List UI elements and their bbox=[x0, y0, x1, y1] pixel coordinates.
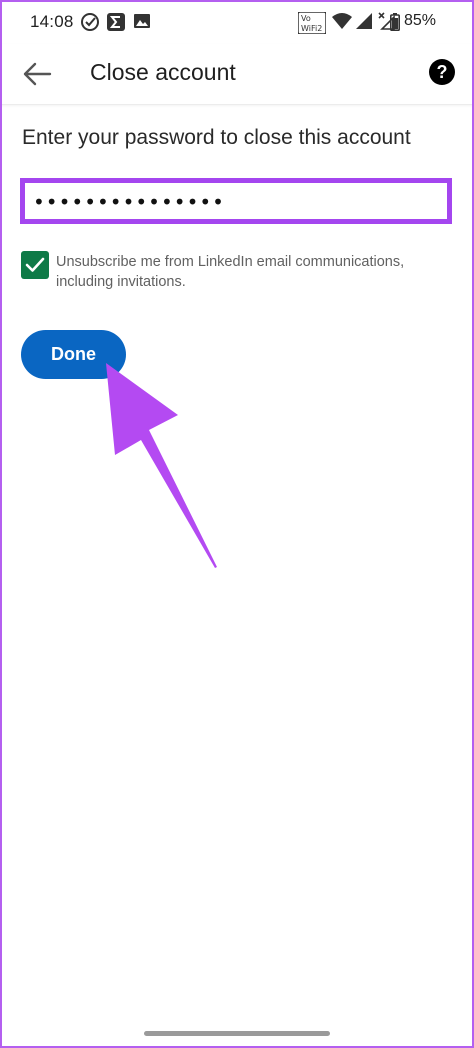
status-time: 14:08 bbox=[30, 12, 74, 31]
signal-icon bbox=[356, 13, 372, 29]
screenshot-frame bbox=[0, 0, 474, 1048]
unsubscribe-checkbox[interactable] bbox=[21, 251, 49, 279]
page-title: Close account bbox=[90, 59, 236, 85]
status-bar: 14:08 Vo WiFi2 85% bbox=[0, 0, 474, 44]
annotation-arrow-icon bbox=[106, 363, 217, 568]
wifi-icon bbox=[332, 13, 352, 29]
app-bar: Close account ? bbox=[0, 44, 474, 105]
password-prompt: Enter your password to close this accoun… bbox=[22, 126, 411, 149]
battery-percent: 85% bbox=[404, 12, 437, 29]
home-indicator[interactable] bbox=[144, 1031, 330, 1036]
help-glyph: ? bbox=[436, 62, 448, 82]
sigma-icon bbox=[107, 13, 125, 31]
svg-text:Vo: Vo bbox=[301, 14, 311, 23]
help-icon[interactable]: ? bbox=[429, 59, 455, 85]
back-arrow-icon[interactable] bbox=[20, 60, 54, 88]
check-circle-icon bbox=[81, 13, 99, 31]
volte-wifi-icon: Vo WiFi2 bbox=[298, 12, 326, 34]
battery-icon bbox=[390, 13, 400, 31]
svg-text:WiFi2: WiFi2 bbox=[301, 24, 322, 33]
done-button-label: Done bbox=[51, 344, 96, 364]
password-field-highlight bbox=[20, 178, 452, 224]
unsubscribe-label: Unsubscribe me from LinkedIn email commu… bbox=[56, 254, 405, 290]
image-icon bbox=[134, 14, 150, 28]
checkmark-icon bbox=[25, 257, 45, 272]
password-input[interactable] bbox=[33, 189, 443, 215]
